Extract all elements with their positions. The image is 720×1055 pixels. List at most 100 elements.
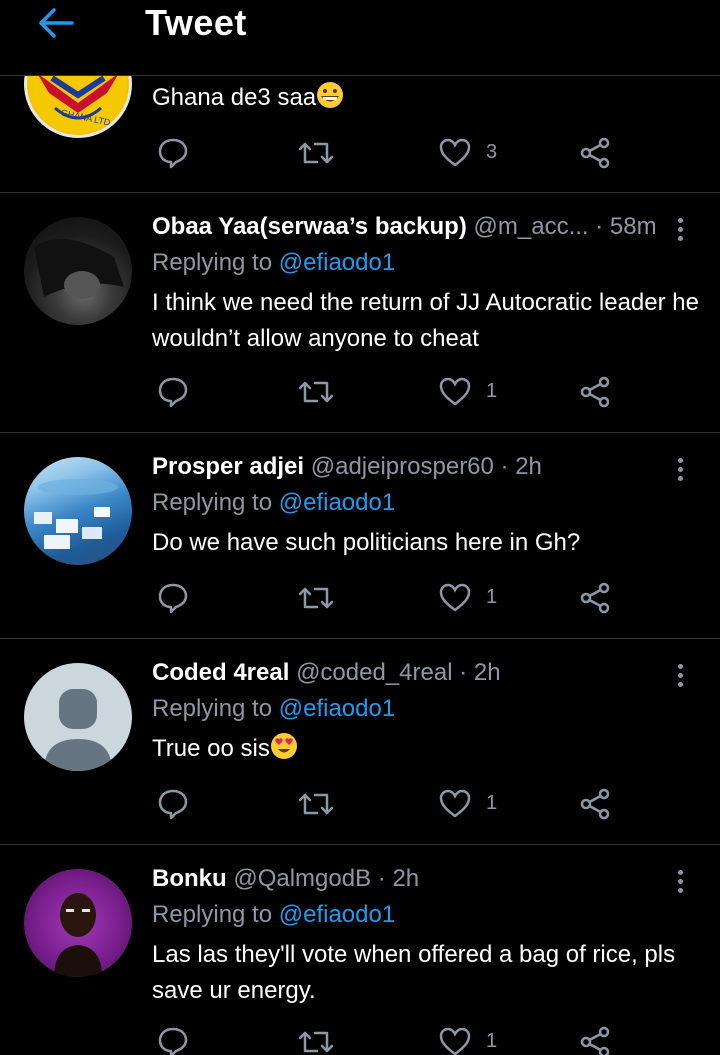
replying-to-label: Replying to (152, 901, 273, 928)
avatar[interactable] (24, 457, 132, 565)
replying-to-label: Replying to (152, 249, 273, 276)
more-options-icon[interactable] (670, 867, 690, 899)
reply-icon (158, 377, 188, 408)
like-button[interactable]: 1 (438, 375, 518, 411)
reply-icon (158, 1027, 188, 1055)
tweet-header: Coded 4real @coded_4real · 2h (152, 659, 501, 687)
handle[interactable]: @coded_4real (296, 659, 452, 686)
replying-to-label: Replying to (152, 489, 273, 516)
retweet-button[interactable] (297, 375, 337, 411)
more-options-icon[interactable] (670, 661, 690, 693)
share-icon (580, 582, 610, 614)
retweet-icon (298, 793, 334, 815)
top-app-bar: Tweet (0, 0, 720, 76)
share-button[interactable] (578, 375, 614, 411)
reply-button[interactable] (156, 787, 192, 823)
retweet-icon (298, 381, 334, 403)
tweet-text: Las las they'll vote when offered a bag … (152, 941, 676, 1004)
reply-button[interactable] (156, 375, 192, 411)
heart-icon (439, 377, 471, 406)
timestamp: · 2h (500, 453, 542, 480)
share-icon (580, 137, 610, 169)
more-options-icon[interactable] (670, 455, 690, 487)
like-button[interactable]: 3 (438, 136, 518, 172)
handle[interactable]: @adjeiprosper60 (311, 453, 494, 480)
tweet-text: Ghana de3 saa (152, 80, 707, 116)
replying-to: Replying to @efiaodo1 (152, 249, 395, 277)
like-count: 1 (486, 792, 498, 814)
share-icon (580, 376, 610, 408)
reply-icon (158, 138, 188, 169)
tweet-reply-4[interactable]: Bonku @QalmgodB · 2h Replying to @efiaod… (0, 845, 720, 1055)
avatar[interactable] (24, 663, 132, 771)
display-name[interactable]: Obaa Yaa(serwaa’s backup) (152, 213, 467, 240)
profile-photo (34, 239, 124, 299)
tweet-thread: GHANA LTD Ghana de3 saa 3 Obaa Yaa(serwa… (0, 0, 720, 1055)
heart-eyes-emoji-icon (270, 732, 298, 760)
display-name[interactable]: Prosper adjei (152, 453, 304, 480)
retweet-button[interactable] (297, 136, 337, 172)
reply-button[interactable] (156, 136, 192, 172)
replying-to: Replying to @efiaodo1 (152, 489, 395, 517)
replying-to-label: Replying to (152, 695, 273, 722)
heart-icon (439, 1027, 471, 1055)
page-title: Tweet (145, 2, 247, 43)
display-name[interactable]: Coded 4real (152, 659, 289, 686)
replying-to: Replying to @efiaodo1 (152, 901, 395, 929)
display-name[interactable]: Bonku (152, 865, 227, 892)
tweet-text: True oo sis (152, 731, 707, 767)
share-button[interactable] (578, 787, 614, 823)
timestamp: · 2h (459, 659, 501, 686)
tweet-header: Prosper adjei @adjeiprosper60 · 2h (152, 453, 542, 481)
tweet-reply-2[interactable]: Prosper adjei @adjeiprosper60 · 2h Reply… (0, 433, 720, 639)
mention-link[interactable]: @efiaodo1 (279, 489, 395, 516)
tweet-header: Obaa Yaa(serwaa’s backup) @m_acc... · 58… (152, 213, 657, 241)
avatar[interactable] (24, 217, 132, 325)
handle[interactable]: @m_acc... (474, 213, 589, 240)
retweet-icon (298, 142, 334, 164)
back-arrow-icon (39, 8, 74, 38)
mention-link[interactable]: @efiaodo1 (279, 695, 395, 722)
grinning-face-emoji-icon (316, 81, 344, 109)
like-count: 1 (486, 380, 498, 402)
share-button[interactable] (578, 581, 614, 617)
reply-icon (158, 583, 188, 614)
share-icon (580, 788, 610, 820)
mention-link[interactable]: @efiaodo1 (279, 901, 395, 928)
tweet-reply-1[interactable]: Obaa Yaa(serwaa’s backup) @m_acc... · 58… (0, 193, 720, 433)
reply-button[interactable] (156, 581, 192, 617)
like-button[interactable]: 1 (438, 581, 518, 617)
share-button[interactable] (578, 1025, 614, 1055)
retweet-icon (298, 587, 334, 609)
tweet-header: Bonku @QalmgodB · 2h (152, 865, 419, 893)
heart-icon (439, 138, 471, 167)
like-count: 1 (486, 1030, 498, 1052)
like-count: 1 (486, 586, 498, 608)
reply-button[interactable] (156, 1025, 192, 1055)
back-button[interactable] (36, 5, 76, 41)
handle[interactable]: @QalmgodB (233, 865, 371, 892)
like-count: 3 (486, 141, 498, 163)
default-avatar-icon (44, 689, 112, 771)
heart-icon (439, 789, 471, 818)
profile-photo (54, 893, 102, 977)
tweet-text: Do we have such politicians here in Gh? (152, 529, 581, 556)
timestamp: · 2h (377, 865, 420, 892)
timestamp: · 58m (595, 213, 657, 240)
heart-icon (439, 583, 471, 612)
share-icon (580, 1026, 610, 1055)
retweet-button[interactable] (297, 581, 337, 617)
retweet-button[interactable] (297, 1025, 337, 1055)
like-button[interactable]: 1 (438, 1025, 518, 1055)
tweet-reply-3[interactable]: Coded 4real @coded_4real · 2h Replying t… (0, 639, 720, 845)
avatar[interactable] (24, 869, 132, 977)
share-button[interactable] (578, 136, 614, 172)
profile-photo (34, 479, 118, 549)
like-button[interactable]: 1 (438, 787, 518, 823)
mention-link[interactable]: @efiaodo1 (279, 249, 395, 276)
retweet-button[interactable] (297, 787, 337, 823)
more-options-icon[interactable] (670, 215, 690, 247)
replying-to: Replying to @efiaodo1 (152, 695, 395, 723)
tweet-text: I think we need the return of JJ Autocra… (152, 289, 699, 352)
retweet-icon (298, 1031, 334, 1053)
